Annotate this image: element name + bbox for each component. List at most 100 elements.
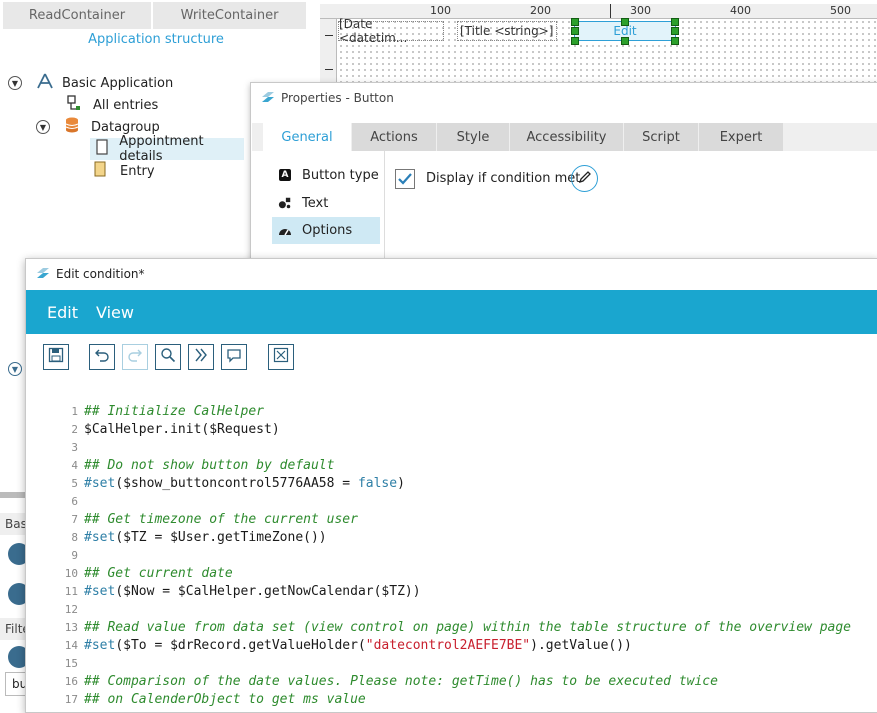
view-icon [66,95,82,115]
save-button[interactable] [43,344,69,370]
tree-item-all-entries[interactable]: All entries [66,95,246,115]
option-label: Options [302,223,353,238]
ruler-label: 500 [830,4,851,17]
menu-bar: Edit View [26,290,877,334]
code-token: $CalHelper.init($Request) [84,422,280,437]
code-token: ($TZ = $User.getTimeZone()) [115,530,327,545]
tab-accessibility[interactable]: Accessibility [510,123,623,151]
code-line[interactable]: 14 #set($To = $drRecord.getValueHolder("d… [36,637,877,655]
form-icon [94,161,108,181]
code-line[interactable]: 13 ## Read value from data set (view cont… [36,619,877,637]
option-button-type[interactable]: A Button type [272,162,380,188]
menu-view[interactable]: View [96,290,134,334]
app-logo-icon [36,267,50,282]
code-token: #set [84,476,116,491]
dialog-titlebar[interactable]: Edit condition* [26,259,877,289]
code-line[interactable]: 17 ## on CalenderObject to get ms value [36,691,877,709]
tab-writecontainer[interactable]: WriteContainer [153,2,307,29]
title-field[interactable]: [Title <string>] [457,21,557,41]
code-line[interactable]: 8 #set($TZ = $User.getTimeZone()) [36,529,877,547]
code-line[interactable]: 4 ## Do not show button by default [36,457,877,475]
code-token: false [357,476,398,491]
save-icon [48,347,64,367]
line-number: 10 [64,567,78,580]
code-token: #set [84,638,116,653]
tree-label: Datagroup [91,119,160,135]
chevron-down-icon[interactable]: ▼ [8,76,22,90]
code-token: ) [397,476,405,491]
app-icon [36,73,54,93]
code-token: #set [84,584,116,599]
code-line[interactable]: 2 $CalHelper.init($Request) [36,421,877,439]
text-icon [278,196,292,210]
redo-icon [127,347,143,367]
code-line[interactable]: 9 [36,547,877,565]
resize-handle[interactable] [671,27,679,35]
resize-handle[interactable] [571,18,579,26]
line-number: 4 [71,459,78,472]
code-line[interactable]: 1 ## Initialize CalHelper [36,403,877,421]
date-field[interactable]: [Date <datetim... [338,17,444,45]
code-token: ($To = $drRecord.getValueHolder( [115,638,366,653]
double-chevron-right-icon [193,347,209,367]
redo-button[interactable] [122,344,148,370]
dialog-titlebar[interactable]: Properties - Button [251,83,877,113]
section-title: Application structure [88,32,224,47]
filter-input[interactable]: bu [5,672,27,696]
section-filter: Filte [0,618,30,640]
option-text[interactable]: Text [272,190,380,216]
tab-style[interactable]: Style [437,123,509,151]
code-line[interactable]: 12 [36,601,877,619]
code-editor[interactable]: 1 ## Initialize CalHelper 2 $CalHelper.init… [36,385,877,712]
code-token: "datecontrol2AEFE7BE" [365,638,531,653]
tree-item-entry[interactable]: Entry [94,161,244,181]
resize-handle[interactable] [571,37,579,45]
comment-button[interactable] [221,344,247,370]
edit-condition-button[interactable] [571,165,598,192]
code-line[interactable]: 10 ## Get current date [36,565,877,583]
tab-general[interactable]: General [263,123,351,151]
goto-button[interactable] [188,344,214,370]
undo-button[interactable] [89,344,115,370]
option-options[interactable]: Options [272,217,380,244]
code-line[interactable]: 11 #set($Now = $CalHelper.getNowCalendar(… [36,583,877,601]
search-icon [160,347,176,367]
search-button[interactable] [155,344,181,370]
line-number: 17 [64,693,78,706]
ruler-label: 200 [530,4,551,17]
code-token: ## Get timezone of the current user [84,512,358,527]
display-condition-checkbox[interactable] [395,169,415,189]
checkbox-label: Display if condition met [426,171,581,186]
edit-condition-dialog: Edit condition* Edit View 1 ## Initializ… [25,258,877,713]
tab-expert[interactable]: Expert [699,123,783,151]
menu-edit[interactable]: Edit [47,290,78,334]
code-line[interactable]: 3 [36,439,877,457]
chevron-down-icon[interactable]: ▼ [36,120,50,134]
ruler-label: 300 [630,4,651,17]
tree-label: Basic Application [62,75,174,91]
designer-canvas[interactable]: 100 200 300 400 500 [Date <datetim... [T… [320,0,877,90]
tab-script[interactable]: Script [624,123,698,151]
code-line[interactable]: 7 ## Get timezone of the current user [36,511,877,529]
code-line[interactable]: 15 [36,655,877,673]
tab-readcontainer[interactable]: ReadContainer [3,2,152,29]
gauge-icon [278,224,292,238]
code-token: ($Now = $CalHelper.getNowCalendar($TZ)) [115,584,421,599]
tab-actions[interactable]: Actions [352,123,436,151]
code-line[interactable]: 16 ## Comparison of the date values. Plea… [36,673,877,691]
chevron-down-icon[interactable]: ▼ [8,362,22,376]
resize-handle[interactable] [571,27,579,35]
line-number: 2 [71,423,78,436]
resize-handle[interactable] [671,37,679,45]
scrollbar[interactable] [0,492,25,498]
fullscreen-button[interactable] [268,344,294,370]
code-token: ## Comparison of the date values. Please… [84,674,718,689]
code-token: ($show_buttoncontrol5776AA58 = [115,476,358,491]
resize-handle[interactable] [671,18,679,26]
resize-handle[interactable] [621,18,629,26]
code-line[interactable]: 5 #set($show_buttoncontrol5776AA58 = fals… [36,475,877,493]
tree-item-basic-application[interactable]: ▼ Basic Application [8,73,248,93]
resize-handle[interactable] [621,37,629,45]
tree-item-appointment-details[interactable]: Appointment details [90,134,244,164]
code-line[interactable]: 6 [36,493,877,511]
